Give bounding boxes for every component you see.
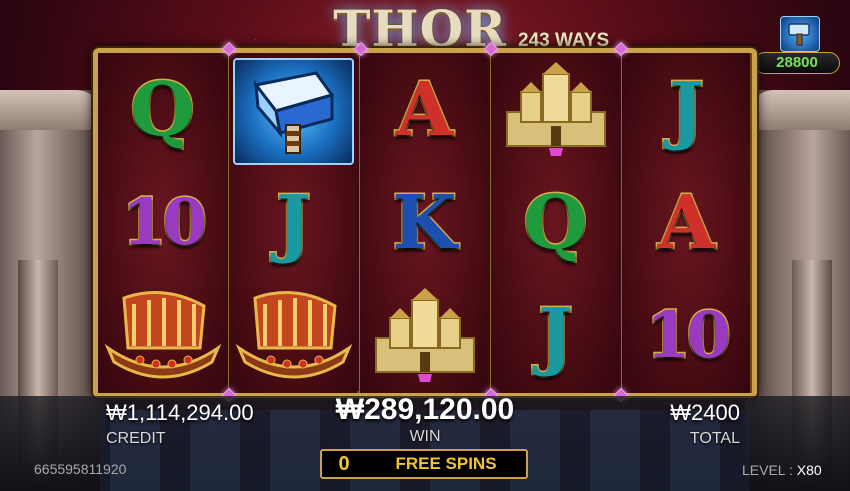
- castle-icon: [491, 53, 620, 166]
- hammer-icon: [788, 23, 810, 46]
- symbol-a: A: [622, 166, 751, 279]
- viking-ship-icon: [229, 279, 358, 392]
- symbol-label: J: [536, 292, 574, 379]
- symbol-label: A: [394, 66, 454, 153]
- free-spins-label: FREE SPINS: [395, 454, 497, 473]
- viking-ship-graphic: [104, 291, 221, 379]
- reel-4: Q J: [490, 53, 619, 393]
- total-bet-label: TOTAL: [689, 430, 740, 447]
- symbol-j: J: [491, 279, 620, 392]
- free-spins-counter: 0 FREE SPINS: [320, 449, 528, 479]
- castle-icon: [360, 279, 489, 392]
- symbol-label: J: [667, 66, 705, 153]
- castle-graphic: [374, 287, 475, 382]
- viking-ship-icon: [98, 279, 227, 392]
- scatter-badge: [780, 16, 820, 52]
- symbol-10: 10: [622, 279, 751, 392]
- symbol-j: J: [622, 53, 751, 166]
- reel-1: Q 10 10: [98, 53, 227, 393]
- reel-frame: Q 10 10: [93, 48, 757, 398]
- level-label: LEVEL :: [742, 462, 797, 478]
- hammer-icon: [252, 70, 334, 154]
- symbol-a: A: [360, 53, 489, 166]
- symbol-label: A: [656, 179, 716, 266]
- game-scene: THOR 243 WAYS 28800 Q 10 10: [0, 0, 850, 491]
- hammer-highlight: [233, 58, 354, 165]
- reel-3: A K: [359, 53, 488, 393]
- symbol-label: K: [391, 179, 458, 266]
- level-indicator: LEVEL : X80: [742, 462, 822, 478]
- symbol-ten-glyph: 10: [120, 184, 208, 260]
- credit-value: ₩1,114,294.00: [106, 400, 254, 425]
- symbol-label: J: [274, 179, 312, 266]
- total-bet-value[interactable]: ₩2400: [660, 400, 740, 426]
- free-spins-count: 0: [338, 452, 350, 475]
- symbol-label: Q: [129, 66, 196, 153]
- symbol-label: 10: [644, 297, 732, 373]
- symbol-q: Q: [491, 166, 620, 279]
- symbol-j: J: [229, 166, 358, 279]
- symbol-10: 10 10: [98, 166, 227, 279]
- castle-graphic: [505, 61, 606, 156]
- symbol-k: K: [360, 166, 489, 279]
- symbol-label: Q: [522, 179, 589, 266]
- viking-ship-graphic: [235, 291, 352, 379]
- level-value: X80: [796, 462, 822, 478]
- reel-5: J A 10: [621, 53, 750, 393]
- win-value: ₩289,120.00: [335, 393, 515, 426]
- credit-label: CREDIT: [106, 430, 166, 447]
- win-label: WIN: [409, 428, 441, 445]
- reel-2: J: [228, 53, 357, 393]
- hammer-symbol: [229, 55, 358, 168]
- symbol-q: Q: [98, 53, 227, 166]
- scatter-badge-value: 28800: [754, 52, 840, 74]
- round-id: 665595811920: [34, 461, 127, 477]
